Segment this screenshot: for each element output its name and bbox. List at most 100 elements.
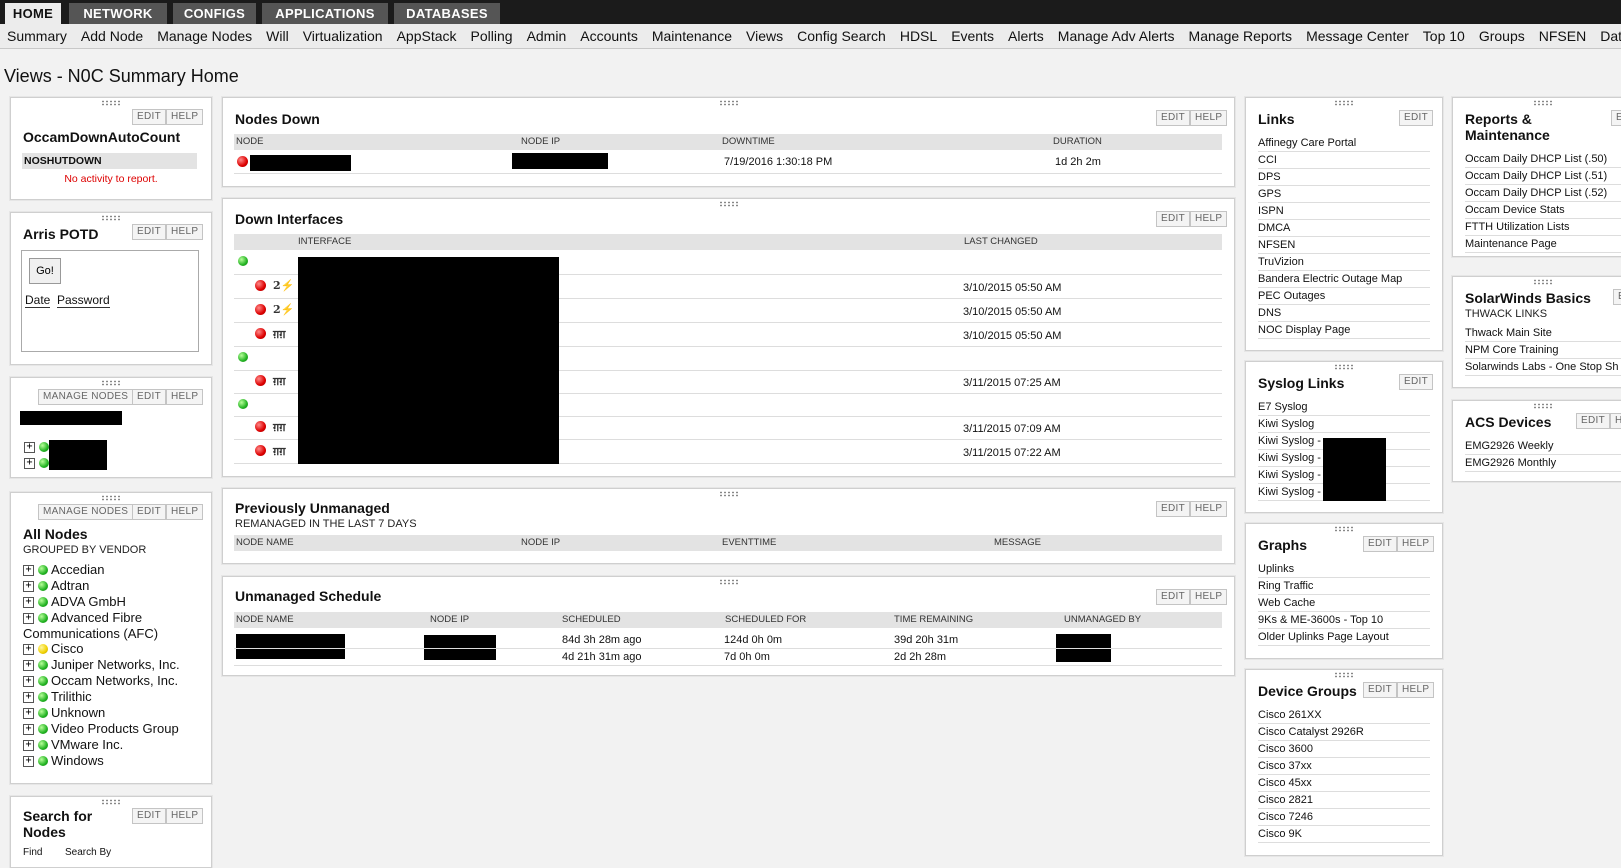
edit-button[interactable]: EDIT (1576, 413, 1610, 429)
manage-nodes-button[interactable]: MANAGE NODES (38, 504, 134, 520)
edit-button[interactable]: EDIT (132, 808, 166, 824)
vendor-item[interactable]: Juniper Networks, Inc. (51, 657, 180, 672)
submenu-item[interactable]: Virtualization (296, 24, 390, 48)
device-group-item[interactable]: Cisco 37xx (1258, 758, 1430, 775)
submenu-item[interactable]: Admin (520, 24, 574, 48)
help-button[interactable]: HELP (1397, 682, 1435, 698)
submenu-item[interactable]: HDSL (893, 24, 944, 48)
drag-handle[interactable] (1334, 364, 1354, 370)
drag-handle[interactable] (101, 215, 121, 221)
submenu-item[interactable]: AppStack (390, 24, 464, 48)
submenu-item[interactable]: Databases (1593, 24, 1621, 48)
edit-button[interactable]: EDIT (132, 389, 166, 405)
drag-handle[interactable] (718, 579, 739, 585)
go-button[interactable]: Go! (29, 258, 61, 284)
tab-home[interactable]: HOME (5, 3, 61, 24)
report-item[interactable]: Occam Daily DHCP List (.52) (1465, 185, 1621, 202)
edit-button[interactable]: EDIT (1363, 536, 1397, 552)
graph-item[interactable]: 9Ks & ME-3600s - Top 10 (1258, 612, 1430, 629)
solarwinds-item[interactable]: NPM Core Training (1465, 342, 1621, 359)
device-group-item[interactable]: Cisco 9K (1258, 826, 1430, 843)
help-button[interactable]: HELP (1190, 110, 1228, 126)
tab-applications[interactable]: APPLICATIONS (262, 3, 388, 24)
help-button[interactable]: HELP (166, 389, 204, 405)
expand-icon[interactable]: + (23, 613, 34, 624)
report-item[interactable]: Occam Daily DHCP List (.50) (1465, 151, 1621, 168)
expand-icon[interactable]: + (24, 442, 35, 453)
device-group-item[interactable]: Cisco 3600 (1258, 741, 1430, 758)
submenu-item[interactable]: Top 10 (1416, 24, 1472, 48)
acs-item[interactable]: EMG2926 Weekly (1465, 438, 1621, 455)
expand-icon[interactable]: + (23, 708, 34, 719)
submenu-item[interactable]: Polling (464, 24, 520, 48)
edit-button[interactable]: EDIT (1156, 211, 1190, 227)
help-button[interactable]: HELP (1190, 501, 1228, 517)
vendor-item[interactable]: Occam Networks, Inc. (51, 673, 178, 688)
help-button[interactable]: HELP (166, 224, 204, 240)
device-group-item[interactable]: Cisco Catalyst 2926R (1258, 724, 1430, 741)
expand-icon[interactable]: + (23, 676, 34, 687)
submenu-item[interactable]: Add Node (74, 24, 150, 48)
drag-handle[interactable] (1533, 100, 1553, 106)
device-group-item[interactable]: Cisco 7246 (1258, 809, 1430, 826)
submenu-item[interactable]: Accounts (573, 24, 645, 48)
vendor-item[interactable]: Unknown (51, 705, 105, 720)
drag-handle[interactable] (1334, 526, 1354, 532)
edit-button[interactable]: EDIT (1156, 589, 1190, 605)
link-item[interactable]: Affinegy Care Portal (1258, 135, 1430, 152)
edit-button[interactable]: EDIT (1156, 501, 1190, 517)
solarwinds-item[interactable]: Thwack Main Site (1465, 325, 1621, 342)
expand-icon[interactable]: + (23, 692, 34, 703)
submenu-item[interactable]: NFSEN (1532, 24, 1593, 48)
help-button[interactable]: HELP (1397, 536, 1435, 552)
vendor-item[interactable]: Advanced Fibre (51, 610, 142, 625)
expand-icon[interactable]: + (24, 458, 35, 469)
submenu-item[interactable]: Views (739, 24, 790, 48)
acs-item[interactable]: EMG2926 Monthly (1465, 455, 1621, 472)
graph-item[interactable]: Ring Traffic (1258, 578, 1430, 595)
tab-databases[interactable]: DATABASES (394, 3, 500, 24)
vendor-item-continued[interactable]: Communications (AFC) (23, 626, 158, 641)
link-item[interactable]: DNS (1258, 305, 1430, 322)
device-group-item[interactable]: Cisco 45xx (1258, 775, 1430, 792)
vendor-item[interactable]: Adtran (51, 578, 89, 593)
help-button[interactable]: HELP (166, 109, 204, 125)
submenu-item[interactable]: Events (944, 24, 1001, 48)
link-item[interactable]: NFSEN (1258, 237, 1430, 254)
edit-button[interactable]: EDIT (1611, 110, 1621, 126)
vendor-item[interactable]: Accedian (51, 562, 104, 577)
vendor-item[interactable]: VMware Inc. (51, 737, 123, 752)
drag-handle[interactable] (718, 100, 739, 106)
drag-handle[interactable] (101, 495, 121, 501)
link-item[interactable]: DMCA (1258, 220, 1430, 237)
manage-nodes-button[interactable]: MANAGE NODES (38, 389, 134, 405)
submenu-item[interactable]: Manage Adv Alerts (1051, 24, 1182, 48)
submenu-item[interactable]: Alerts (1001, 24, 1051, 48)
help-button[interactable]: HELP (1610, 413, 1621, 429)
submenu-item[interactable]: Maintenance (645, 24, 739, 48)
help-button[interactable]: HELP (1190, 589, 1228, 605)
edit-button[interactable]: EDIT (1613, 289, 1621, 305)
drag-handle[interactable] (101, 100, 121, 106)
link-item[interactable]: NOC Display Page (1258, 322, 1430, 339)
submenu-item[interactable]: Message Center (1299, 24, 1416, 48)
drag-handle[interactable] (101, 380, 121, 386)
submenu-item[interactable]: Manage Nodes (150, 24, 259, 48)
vendor-item[interactable]: Windows (51, 753, 104, 768)
link-item[interactable]: Bandera Electric Outage Map (1258, 271, 1430, 288)
link-item[interactable]: ISPN (1258, 203, 1430, 220)
edit-button[interactable]: EDIT (132, 504, 166, 520)
vendor-item[interactable]: Cisco (51, 641, 84, 656)
help-button[interactable]: HELP (166, 808, 204, 824)
expand-icon[interactable]: + (23, 740, 34, 751)
edit-button[interactable]: EDIT (132, 224, 166, 240)
device-group-item[interactable]: Cisco 261XX (1258, 707, 1430, 724)
report-item[interactable]: Occam Device Stats (1465, 202, 1621, 219)
link-item[interactable]: GPS (1258, 186, 1430, 203)
syslog-item[interactable]: E7 Syslog (1258, 399, 1430, 416)
report-item[interactable]: Occam Daily DHCP List (.51) (1465, 168, 1621, 185)
drag-handle[interactable] (718, 491, 739, 497)
report-item[interactable]: Maintenance Page (1465, 236, 1621, 253)
submenu-item[interactable]: Will (259, 24, 296, 48)
link-item[interactable]: TruVizion (1258, 254, 1430, 271)
